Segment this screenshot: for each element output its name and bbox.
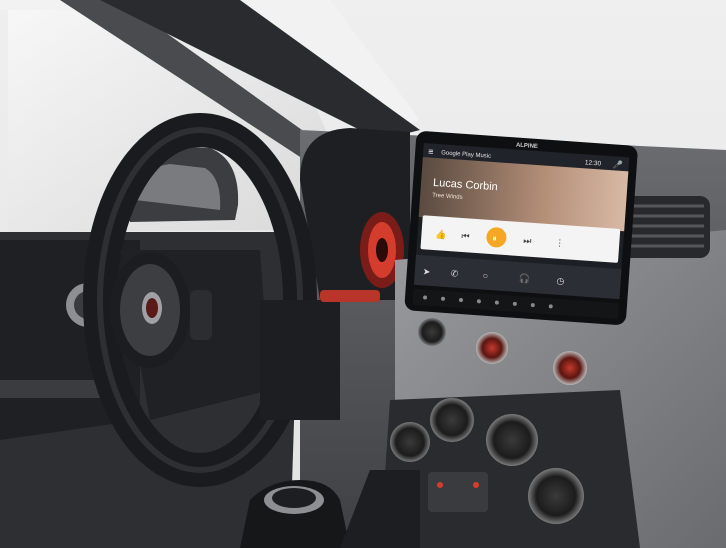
pause-icon: ⏸ bbox=[492, 233, 497, 243]
headphones-icon[interactable]: 🎧 bbox=[518, 272, 530, 284]
clock: 12:30 bbox=[585, 159, 602, 167]
heater-knob[interactable] bbox=[528, 468, 584, 524]
center-red-knob[interactable] bbox=[476, 332, 508, 364]
more-options-icon[interactable]: ⋮ bbox=[555, 237, 565, 248]
menu-icon[interactable]: ≡ bbox=[428, 146, 434, 156]
hazard-knob[interactable] bbox=[418, 318, 446, 346]
head-unit: ≡ Google Play Music 12:30 🎤 Lucas Corbin… bbox=[404, 131, 638, 325]
home-icon[interactable]: ○ bbox=[482, 271, 488, 281]
air-direction-knob[interactable] bbox=[486, 414, 538, 466]
navigation-icon[interactable]: ➤ bbox=[423, 266, 432, 277]
next-icon[interactable]: ⏭ bbox=[523, 235, 532, 246]
wheel-controls[interactable] bbox=[190, 290, 212, 340]
recent-icon[interactable]: ◷ bbox=[556, 276, 565, 287]
right-red-knob[interactable] bbox=[553, 351, 587, 385]
car-interior-photo: ≡ Google Play Music 12:30 🎤 Lucas Corbin… bbox=[0, 0, 726, 548]
climate-buttons[interactable] bbox=[428, 472, 488, 512]
thumbs-icon[interactable]: 👍 bbox=[435, 228, 447, 240]
previous-icon[interactable]: ⏮ bbox=[461, 231, 470, 242]
fan-knob[interactable] bbox=[430, 398, 474, 442]
temperature-knob[interactable] bbox=[390, 422, 430, 462]
mic-icon[interactable]: 🎤 bbox=[612, 159, 623, 170]
phone-icon[interactable]: ✆ bbox=[450, 268, 459, 279]
